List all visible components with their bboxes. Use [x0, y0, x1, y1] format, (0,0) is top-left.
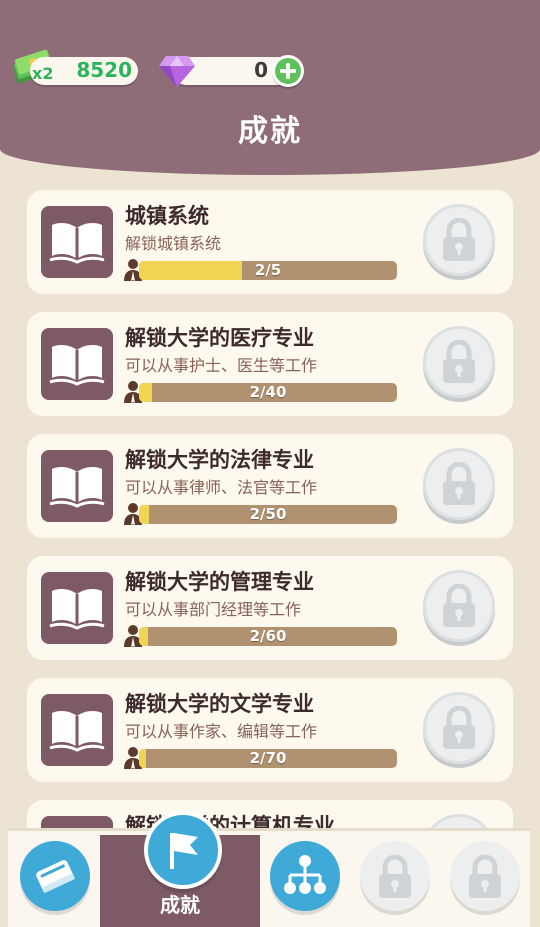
flag-icon[interactable]	[144, 811, 222, 889]
cash-multiplier: x2	[32, 64, 54, 83]
lock-icon[interactable]	[423, 326, 495, 398]
header: x2 8520 0 成就	[0, 0, 540, 175]
progress-text: 2/70	[249, 749, 287, 767]
achievement-title: 解锁大学的医疗专业	[125, 326, 314, 350]
progress-bar: 2/40	[139, 383, 397, 402]
book-icon	[41, 328, 113, 400]
achievement-subtitle: 解锁城镇系统	[125, 234, 222, 253]
achievement-subtitle: 可以从事作家、编辑等工作	[125, 722, 318, 741]
plus-icon	[275, 58, 301, 84]
progress-bar: 2/70	[139, 749, 397, 768]
lock-icon[interactable]	[423, 692, 495, 764]
tree-icon[interactable]	[270, 841, 340, 911]
add-gems-button[interactable]	[272, 55, 304, 87]
achievement-subtitle: 可以从事部门经理等工作	[125, 600, 302, 619]
lock-icon[interactable]	[423, 570, 495, 642]
achievement-title: 解锁大学的文学专业	[125, 692, 314, 716]
achievement-card: 城镇系统 解锁城镇系统 2/5	[27, 190, 513, 294]
achievement-card: 解锁大学的医疗专业 可以从事护士、医生等工作 2/40	[27, 312, 513, 416]
progress-text: 2/40	[249, 383, 287, 401]
bottom-nav: 成就	[8, 811, 530, 927]
lock-icon[interactable]	[450, 841, 520, 911]
book-icon	[41, 572, 113, 644]
achievement-title: 解锁大学的法律专业	[125, 448, 314, 472]
lock-icon[interactable]	[360, 841, 430, 911]
achievement-subtitle: 可以从事护士、医生等工作	[125, 356, 318, 375]
book-icon[interactable]	[20, 841, 90, 911]
nav-label-achievements: 成就	[160, 893, 200, 917]
progress-text: 2/50	[249, 505, 287, 523]
cash-counter: x2 8520	[30, 57, 138, 85]
book-icon	[41, 694, 113, 766]
achievement-card: 解锁大学的文学专业 可以从事作家、编辑等工作 2/70	[27, 678, 513, 782]
lock-icon[interactable]	[423, 204, 495, 276]
achievement-title: 城镇系统	[125, 204, 209, 228]
progress-text: 2/60	[249, 627, 287, 645]
progress-text: 2/5	[254, 261, 282, 279]
achievement-card: 解锁大学的管理专业 可以从事部门经理等工作 2/60	[27, 556, 513, 660]
book-icon	[41, 206, 113, 278]
progress-bar: 2/5	[139, 261, 397, 280]
achievement-subtitle: 可以从事律师、法官等工作	[125, 478, 318, 497]
achievement-card: 解锁大学的法律专业 可以从事律师、法官等工作 2/50	[27, 434, 513, 538]
progress-bar: 2/50	[139, 505, 397, 524]
progress-bar: 2/60	[139, 627, 397, 646]
lock-icon[interactable]	[423, 448, 495, 520]
book-icon	[41, 450, 113, 522]
gem-icon	[159, 56, 195, 87]
gem-value: 0	[254, 58, 268, 82]
page-title: 成就	[238, 114, 302, 149]
cash-value: 8520	[76, 58, 132, 82]
achievement-title: 解锁大学的管理专业	[125, 570, 314, 594]
